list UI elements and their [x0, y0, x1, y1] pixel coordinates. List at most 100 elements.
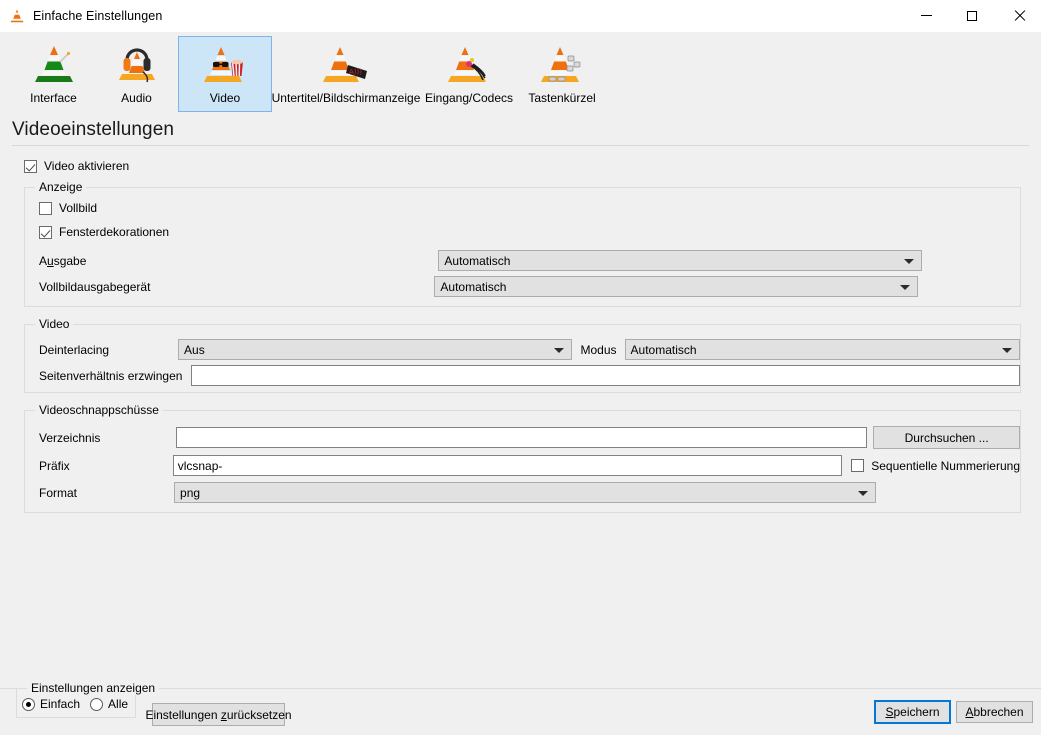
decorations-checkbox[interactable] — [39, 226, 52, 239]
preferences-toolbar: Interface Audio Video — [0, 32, 1041, 116]
prefix-row: Präfix vlcsnap- Sequentielle Nummerierun… — [39, 455, 1020, 476]
save-accel: S — [885, 705, 893, 719]
force-aspect-row: Seitenverhältnis erzwingen — [39, 365, 1020, 386]
radio-all-label: Alle — [108, 697, 128, 711]
format-combo-value: png — [180, 486, 200, 500]
close-icon — [1013, 10, 1024, 21]
output-accel: u — [47, 254, 54, 268]
deinterlacing-row: Deinterlacing Aus Modus Automatisch — [39, 339, 1020, 360]
vlc-cone-audio-icon — [113, 42, 161, 88]
fullscreen-device-combo[interactable]: Automatisch — [434, 276, 918, 297]
radio-simple-label: Einfach — [40, 697, 80, 711]
output-row: Ausgabe Automatisch — [39, 250, 1020, 271]
mode-label: Modus — [581, 343, 617, 357]
show-settings-title: Einstellungen anzeigen — [27, 681, 159, 695]
title-bar: Einfache Einstellungen — [0, 0, 1041, 32]
sequential-label: Sequentielle Nummerierung — [871, 459, 1020, 473]
tab-audio[interactable]: Audio — [95, 36, 178, 112]
vlc-cone-interface-icon — [30, 42, 78, 88]
svg-text:A))): A))) — [349, 68, 362, 76]
directory-input[interactable] — [176, 427, 867, 448]
minimize-button[interactable] — [903, 0, 949, 31]
tab-input-codecs[interactable]: Eingang/Codecs — [420, 36, 518, 112]
tab-video[interactable]: Video — [178, 36, 272, 112]
format-combo[interactable]: png — [174, 482, 876, 503]
save-button-label: Speichern — [885, 705, 939, 719]
output-combo-value: Automatisch — [444, 254, 510, 268]
deinterlacing-label: Deinterlacing — [39, 343, 109, 357]
maximize-button[interactable] — [949, 0, 995, 31]
video-group: Video Deinterlacing Aus Modus Automatisc… — [24, 324, 1021, 393]
video-enable-label: Video aktivieren — [44, 159, 129, 173]
window-title: Einfache Einstellungen — [33, 9, 162, 23]
cancel-button-label: Abbrechen — [965, 705, 1023, 719]
vlc-cone-subtitles-icon: A))) — [322, 42, 370, 88]
vlc-cone-icon — [9, 8, 25, 24]
fullscreen-row[interactable]: Vollbild — [39, 201, 1020, 215]
directory-row: Verzeichnis Durchsuchen ... — [39, 426, 1020, 449]
radio-all[interactable] — [90, 698, 103, 711]
close-button[interactable] — [995, 0, 1041, 31]
chevron-down-icon — [858, 491, 868, 496]
force-aspect-label: Seitenverhältnis erzwingen — [39, 369, 182, 383]
page-title: Videoeinstellungen — [12, 116, 1029, 145]
minimize-icon — [921, 15, 932, 16]
mode-combo[interactable]: Automatisch — [625, 339, 1020, 360]
vlc-cone-hotkeys-icon — [538, 42, 586, 88]
fullscreen-device-label: Vollbildausgabegerät — [39, 280, 150, 294]
deinterlacing-combo[interactable]: Aus — [178, 339, 571, 360]
fullscreen-label: Vollbild — [59, 201, 97, 215]
tab-interface[interactable]: Interface — [12, 36, 95, 112]
show-settings-radios: Einfach Alle — [22, 697, 135, 711]
show-settings-group: Einstellungen anzeigen Einfach Alle — [16, 688, 136, 718]
fullscreen-device-row: Vollbildausgabegerät Automatisch — [39, 276, 1020, 297]
tab-subtitles-osd[interactable]: A))) Untertitel/Bildschirmanzeige — [272, 36, 420, 112]
maximize-icon — [967, 11, 977, 21]
tab-label: Untertitel/Bildschirmanzeige — [272, 91, 421, 105]
tab-hotkeys[interactable]: Tastenkürzel — [518, 36, 606, 112]
output-label: Ausgabe — [39, 254, 86, 268]
chevron-down-icon — [900, 285, 910, 290]
cancel-accel: A — [965, 705, 973, 719]
tab-label: Eingang/Codecs — [425, 91, 513, 105]
save-button[interactable]: Speichern — [874, 700, 951, 724]
reset-accel: z — [221, 708, 227, 722]
video-group-title: Video — [35, 317, 73, 331]
reset-settings-button[interactable]: Einstellungen zurücksetzen — [152, 703, 285, 726]
fullscreen-device-combo-value: Automatisch — [440, 280, 506, 294]
browse-button[interactable]: Durchsuchen ... — [873, 426, 1020, 449]
directory-label: Verzeichnis — [39, 431, 100, 445]
chevron-down-icon — [904, 259, 914, 264]
cancel-button[interactable]: Abbrechen — [956, 701, 1033, 723]
fullscreen-checkbox[interactable] — [39, 202, 52, 215]
settings-content: Video aktivieren Anzeige Vollbild Fenste… — [0, 159, 1041, 513]
dialog-footer: Einstellungen anzeigen Einfach Alle Eins… — [0, 688, 1041, 735]
output-combo[interactable]: Automatisch — [438, 250, 922, 271]
radio-simple[interactable] — [22, 698, 35, 711]
decorations-row[interactable]: Fensterdekorationen — [39, 225, 1020, 239]
window-controls — [903, 0, 1041, 31]
decorations-label: Fensterdekorationen — [59, 225, 169, 239]
tab-label: Video — [210, 91, 240, 105]
force-aspect-input[interactable] — [191, 365, 1020, 386]
browse-button-label: Durchsuchen ... — [905, 431, 989, 445]
reset-settings-label: Einstellungen zurücksetzen — [145, 708, 291, 722]
tab-label: Interface — [30, 91, 77, 105]
format-row: Format png — [39, 482, 1020, 503]
snapshots-group: Videoschnappschüsse Verzeichnis Durchsuc… — [24, 410, 1021, 513]
snapshots-group-title: Videoschnappschüsse — [35, 403, 163, 417]
video-enable-row[interactable]: Video aktivieren — [24, 159, 1029, 173]
prefix-value: vlcsnap- — [178, 459, 223, 473]
video-enable-checkbox[interactable] — [24, 160, 37, 173]
format-label: Format — [39, 486, 77, 500]
tab-label: Audio — [121, 91, 152, 105]
display-group: Anzeige Vollbild Fensterdekorationen Aus… — [24, 187, 1021, 307]
page-header: Videoeinstellungen — [0, 116, 1041, 145]
sequential-checkbox[interactable] — [851, 459, 864, 472]
prefix-label: Präfix — [39, 459, 70, 473]
display-group-title: Anzeige — [35, 180, 86, 194]
deinterlacing-combo-value: Aus — [184, 343, 205, 357]
prefix-input[interactable]: vlcsnap- — [173, 455, 843, 476]
vlc-cone-input-icon — [445, 42, 493, 88]
chevron-down-icon — [1002, 348, 1012, 353]
